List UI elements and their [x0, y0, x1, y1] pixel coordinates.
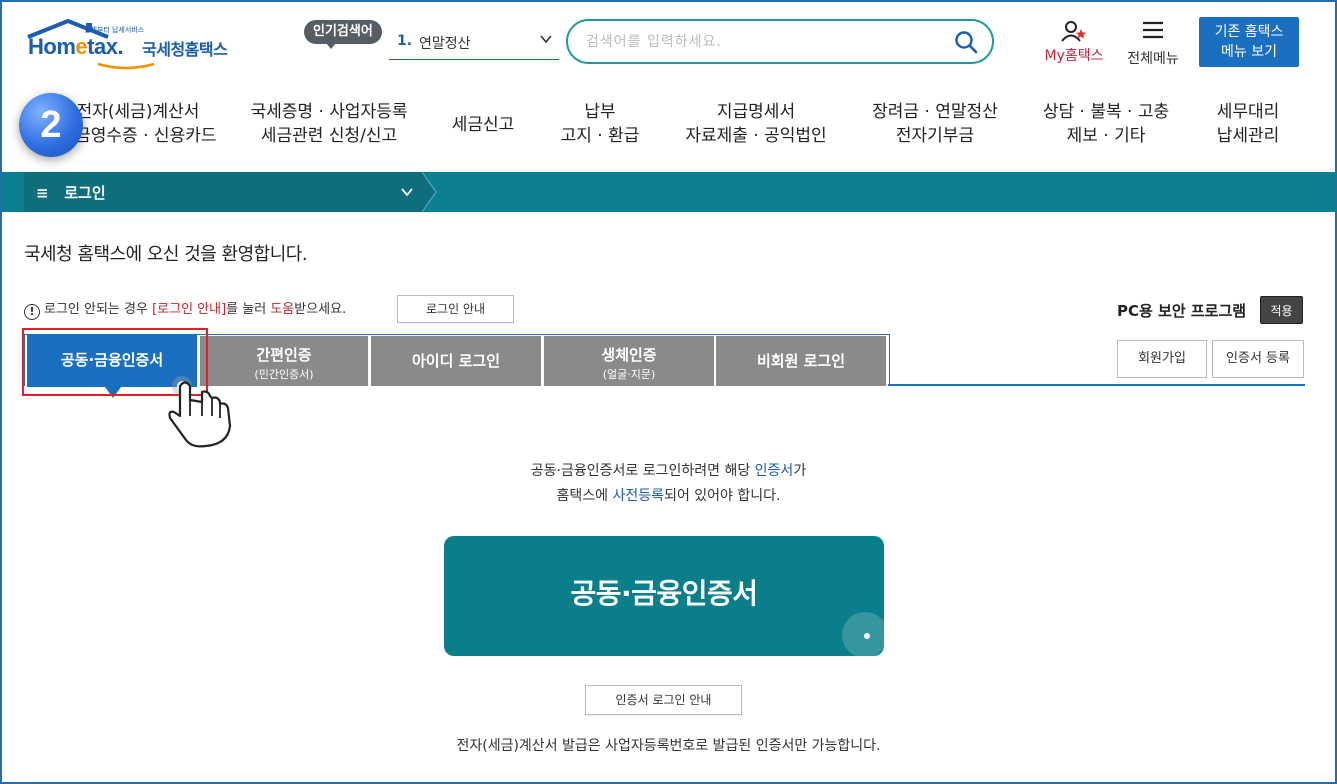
logo-korean: 국세청홈택스	[142, 40, 228, 59]
apply-button[interactable]: 적용	[1260, 296, 1303, 324]
popular-keyword: 연말정산	[419, 36, 471, 52]
logo-brand: Hometax.	[28, 34, 124, 59]
pc-security-label: PC용 보안 프로그램	[1117, 302, 1247, 320]
old-hometax-menu-button[interactable]: 기존 홈택스 메뉴 보기	[1199, 17, 1299, 67]
popular-rank: 1.	[397, 33, 413, 49]
login-help-notice: ! 로그인 안되는 경우 [로그인 안내]를 눌러 도움받으세요.	[24, 298, 346, 320]
tab-non-member[interactable]: 비회원 로그인	[716, 336, 886, 386]
cert-login-button-label: 공동·금융인증서	[570, 577, 758, 610]
login-guide-link[interactable]: [로그인 안내]	[152, 302, 226, 317]
cert-login-guide-button[interactable]: 인증서 로그인 안내	[585, 685, 742, 715]
chevron-down-icon[interactable]	[400, 185, 414, 199]
tab-biometric[interactable]: 생체인증 (얼굴·지문)	[544, 336, 714, 386]
search-box	[566, 19, 994, 64]
old-menu-line2: 메뉴 보기	[1221, 44, 1277, 60]
popular-keyword-select[interactable]: 1. 연말정산	[389, 28, 559, 60]
nav-certificate-registration[interactable]: 국세증명 · 사업자등록 세금관련 신청/신고	[243, 100, 415, 148]
all-menu-label: 전체메뉴	[1127, 51, 1179, 67]
breadcrumb-label: ≡ 로그인	[36, 184, 106, 202]
nav-payment-statement[interactable]: 지급명세서 자료제출 · 공익법인	[676, 100, 836, 148]
cert-register-button[interactable]: 인증서 등록	[1212, 340, 1304, 378]
pointer-hand-icon	[168, 376, 232, 448]
all-menu-button[interactable]: 전체메뉴	[1120, 20, 1186, 68]
step-number-badge: 2	[19, 93, 83, 157]
old-menu-line1: 기존 홈택스	[1214, 24, 1284, 40]
chevron-down-icon	[540, 35, 552, 44]
my-hometax-label: My홈택스	[1044, 48, 1104, 64]
nav-tax-filing[interactable]: 세금신고	[443, 113, 523, 137]
global-nav: 전자(세금)계산서 현금영수증 · 신용카드 국세증명 · 사업자등록 세금관련 신…	[0, 96, 1337, 168]
nav-consult-appeal[interactable]: 상담 · 불복 · 고충 제보 · 기타	[1032, 100, 1180, 148]
click-dot	[864, 633, 870, 639]
header: 언제부터 납세서비스 Hometax. 국세청홈택스 인기검색어 1. 연말정산…	[0, 0, 1337, 172]
click-ripple	[842, 612, 884, 656]
join-button[interactable]: 회원가입	[1117, 340, 1207, 378]
hamburger-menu-icon	[1143, 21, 1163, 39]
welcome-heading: 국세청 홈택스에 오신 것을 환영합니다.	[24, 244, 308, 265]
cert-footnote: 전자(세금)계산서 발급은 사업자등록번호로 발급된 인증서만 가능합니다.	[456, 738, 881, 754]
tabs-underline	[888, 384, 1305, 386]
cert-login-description: 공동·금융인증서로 로그인하려면 해당 인증서가 홈택스에 사전등록되어 있어야…	[530, 463, 807, 504]
tab-id-login[interactable]: 아이디 로그인	[371, 336, 541, 386]
logo-swoosh-icon	[97, 62, 155, 70]
my-hometax-button[interactable]: My홈택스	[1036, 20, 1112, 68]
hometax-logo[interactable]: 언제부터 납세서비스 Hometax. 국세청홈택스	[26, 16, 246, 72]
nav-payment[interactable]: 납부 고지 · 환급	[550, 100, 650, 148]
nav-incentive-year-end[interactable]: 장려금 · 연말정산 전자기부금	[862, 100, 1008, 148]
nav-tax-agent[interactable]: 세무대리 납세관리	[1204, 100, 1292, 148]
popular-keywords-badge: 인기검색어	[304, 20, 382, 49]
search-input[interactable]	[586, 31, 946, 53]
user-star-icon	[1061, 21, 1086, 42]
login-guide-button[interactable]: 로그인 안내	[397, 295, 514, 323]
cert-login-button[interactable]: 공동·금융인증서	[444, 536, 884, 656]
breadcrumb-arrow-icon	[422, 172, 437, 212]
search-icon[interactable]	[954, 30, 978, 54]
breadcrumb-bar: ≡ 로그인	[2, 172, 1335, 212]
alert-icon: !	[24, 304, 40, 320]
